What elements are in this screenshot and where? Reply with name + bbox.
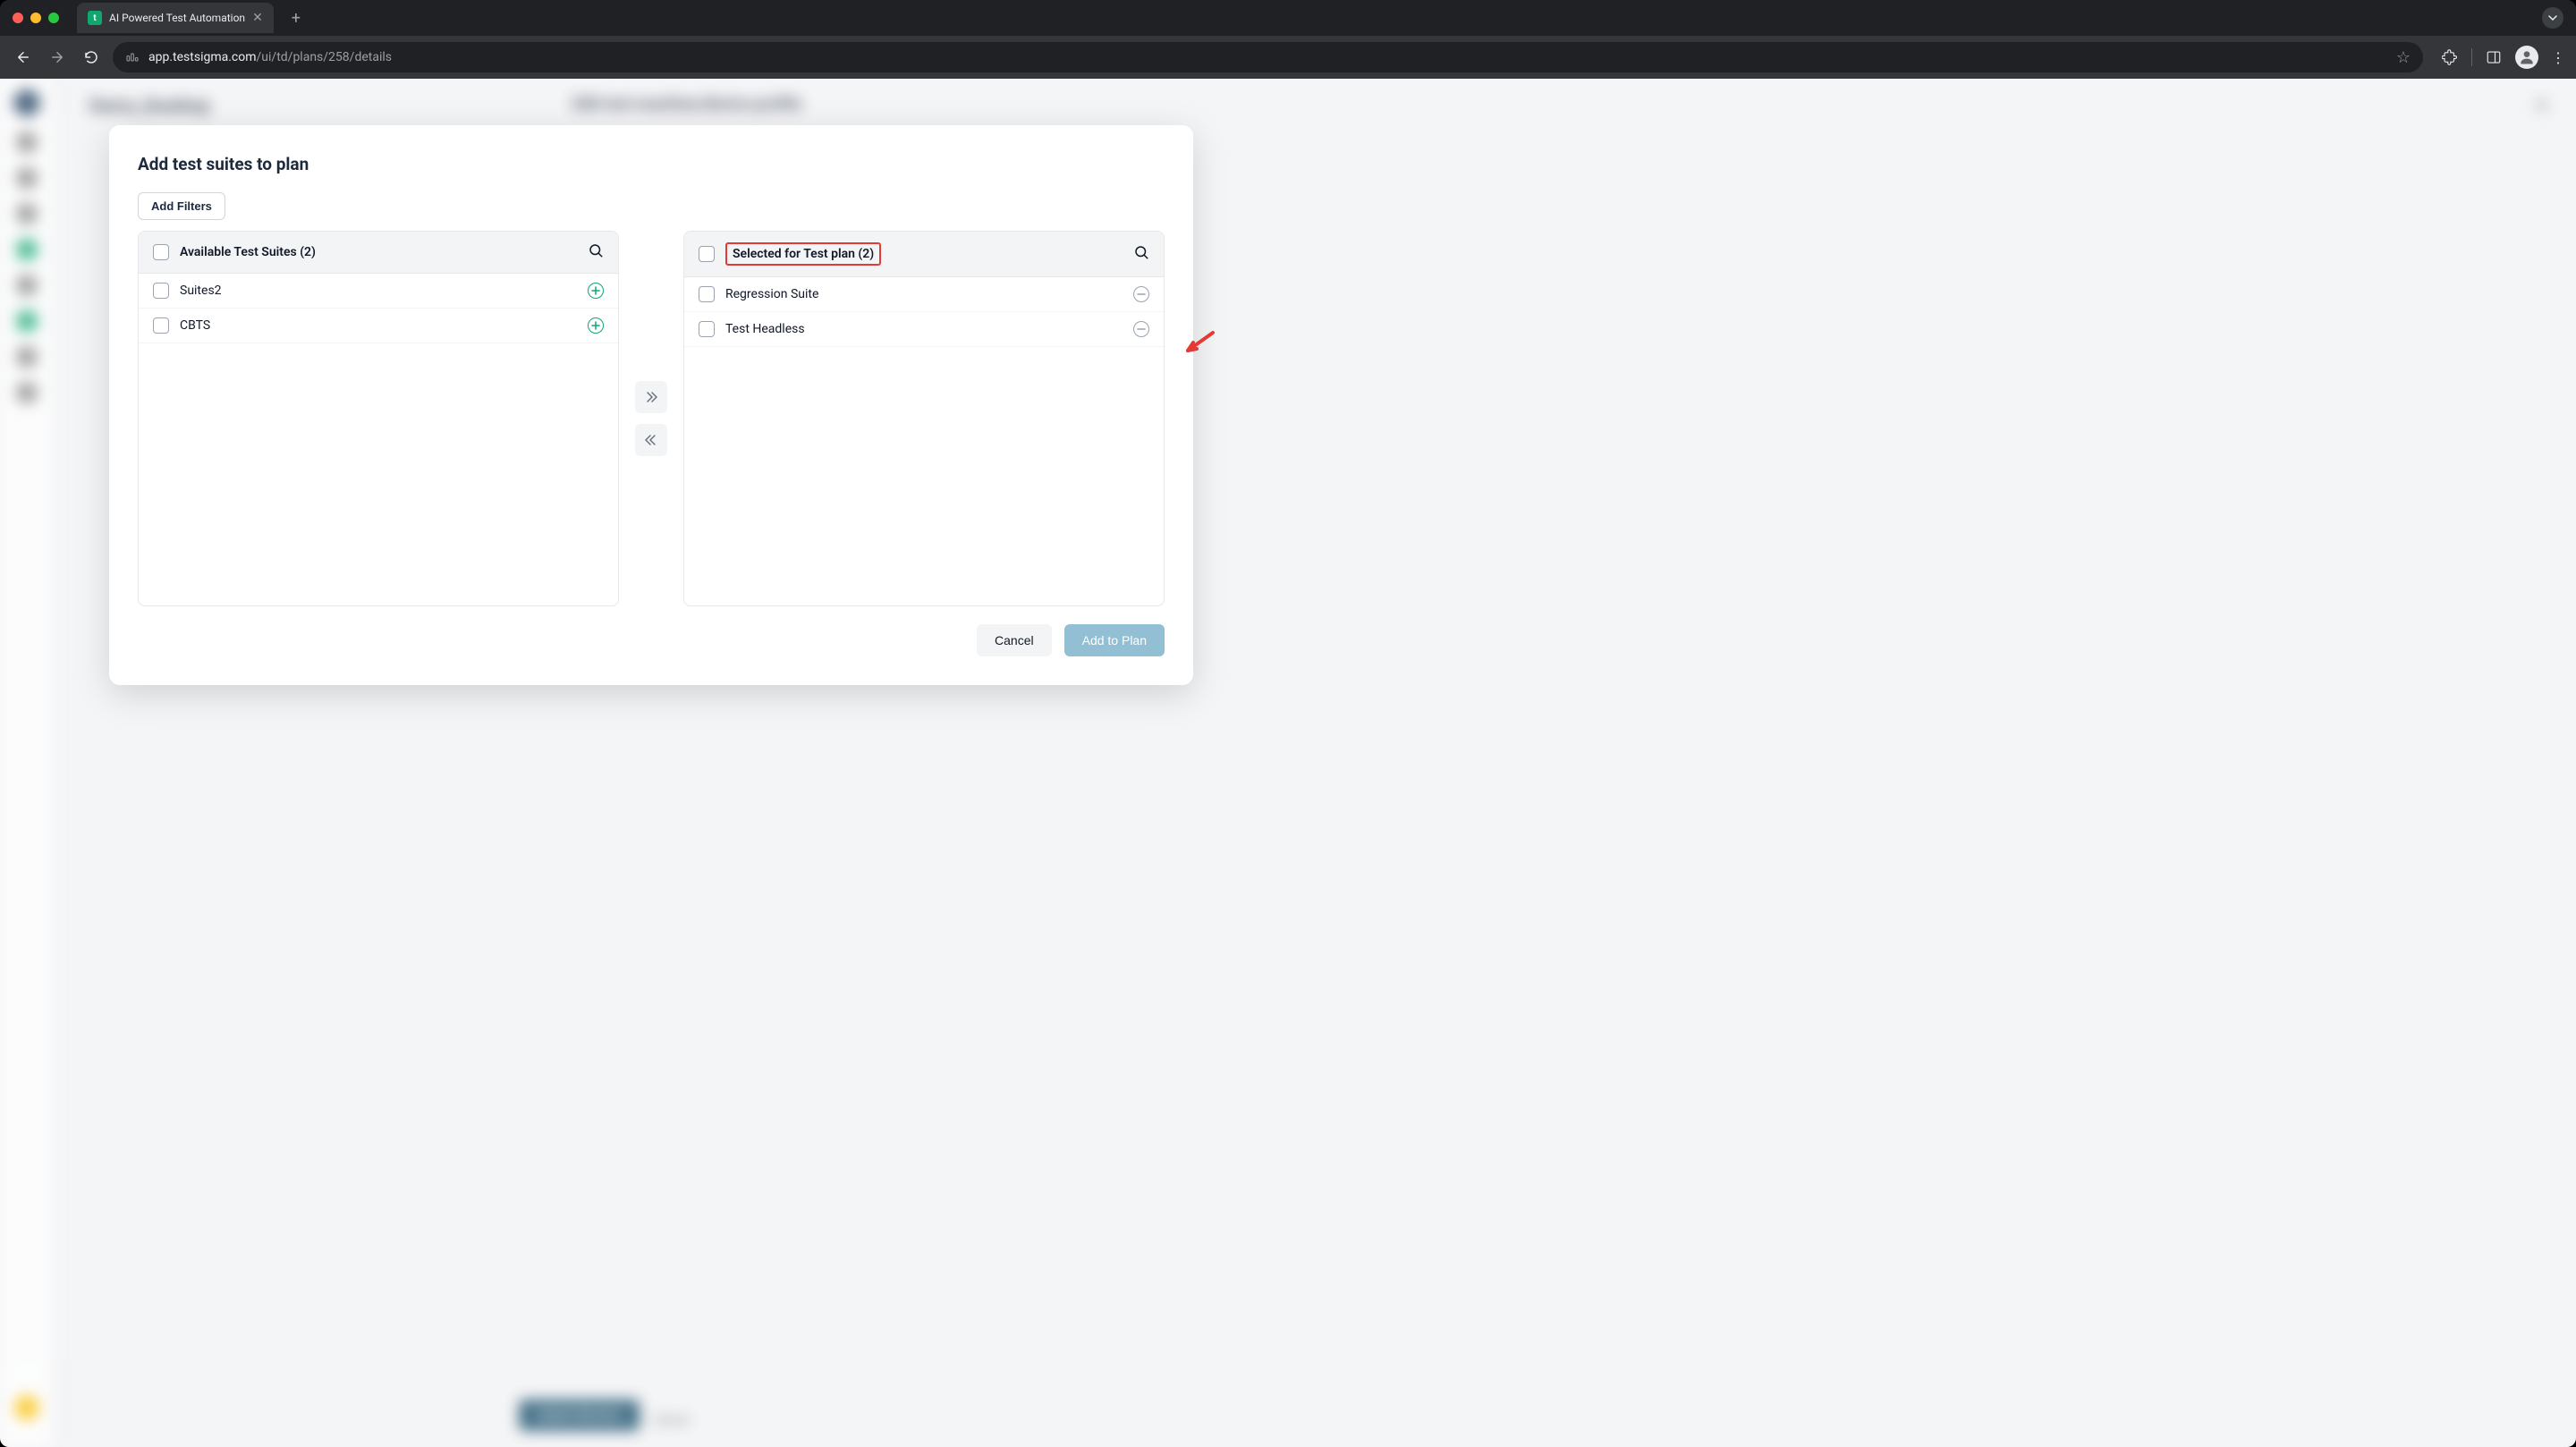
bg-breadcrumb: Demo_Desktop xyxy=(89,95,210,116)
available-select-all-checkbox[interactable] xyxy=(153,244,169,260)
selected-suites-panel: Selected for Test plan (2) Regression Su… xyxy=(683,231,1165,606)
remove-suite-icon[interactable] xyxy=(1133,286,1149,302)
bg-update-button: Update Machine xyxy=(519,1400,640,1431)
suite-checkbox[interactable] xyxy=(699,321,715,337)
cancel-button[interactable]: Cancel xyxy=(977,624,1052,656)
window-minimize-button[interactable] xyxy=(30,13,41,23)
bg-close-icon: ✕ xyxy=(2534,95,2549,116)
available-panel-header: Available Test Suites (2) xyxy=(139,232,618,274)
remove-suite-icon[interactable] xyxy=(1133,321,1149,337)
traffic-lights xyxy=(13,13,59,23)
add-to-plan-button[interactable]: Add to Plan xyxy=(1064,624,1165,656)
suite-checkbox[interactable] xyxy=(153,317,169,334)
add-filters-button[interactable]: Add Filters xyxy=(138,192,225,220)
browser-toolbar: app.testsigma.com/ui/td/plans/258/detail… xyxy=(0,36,2576,79)
available-suites-panel: Available Test Suites (2) Suites2 xyxy=(138,231,619,606)
toolbar-divider xyxy=(2471,48,2472,66)
transfer-controls xyxy=(633,231,669,606)
nav-reload-button[interactable] xyxy=(79,45,104,70)
browser-menu-icon[interactable]: ⋮ xyxy=(2551,49,2565,66)
suite-checkbox[interactable] xyxy=(153,283,169,299)
site-info-icon[interactable] xyxy=(125,50,140,64)
suite-label: CBTS xyxy=(180,318,577,333)
tabs-dropdown-button[interactable] xyxy=(2542,7,2563,29)
profile-avatar[interactable] xyxy=(2515,46,2538,69)
browser-tab[interactable]: t AI Powered Test Automation ✕ xyxy=(77,3,274,33)
selected-suite-row: Regression Suite xyxy=(684,277,1164,312)
add-test-suites-modal: Add test suites to plan Add Filters Avai… xyxy=(109,125,1193,685)
tab-favicon-icon: t xyxy=(88,11,102,25)
tab-title: AI Powered Test Automation xyxy=(109,12,245,24)
search-icon[interactable] xyxy=(588,242,604,262)
suite-label: Regression Suite xyxy=(725,287,1123,301)
modal-footer: Cancel Add to Plan xyxy=(138,624,1165,656)
selected-select-all-checkbox[interactable] xyxy=(699,246,715,262)
bg-panel-title: Edit test machine/device profile xyxy=(572,95,801,114)
bookmark-star-icon[interactable]: ☆ xyxy=(2396,48,2411,67)
url-text: app.testsigma.com/ui/td/plans/258/detail… xyxy=(148,50,392,64)
browser-window: t AI Powered Test Automation ✕ + app.tes… xyxy=(0,0,2576,1447)
modal-title: Add test suites to plan xyxy=(138,154,1165,174)
new-tab-button[interactable]: + xyxy=(292,9,301,28)
url-host: app.testsigma.com xyxy=(148,50,257,64)
available-panel-title: Available Test Suites (2) xyxy=(180,245,316,259)
selected-suite-row: Test Headless xyxy=(684,312,1164,347)
selected-panel-title: Selected for Test plan (2) xyxy=(725,242,881,266)
add-suite-icon[interactable] xyxy=(588,317,604,334)
move-right-button[interactable] xyxy=(635,381,667,413)
selected-panel-header: Selected for Test plan (2) xyxy=(684,232,1164,277)
move-left-button[interactable] xyxy=(635,424,667,456)
address-bar[interactable]: app.testsigma.com/ui/td/plans/258/detail… xyxy=(113,42,2423,72)
window-maximize-button[interactable] xyxy=(48,13,59,23)
url-path: /ui/td/plans/258/details xyxy=(257,50,392,64)
title-bar: t AI Powered Test Automation ✕ + xyxy=(0,0,2576,36)
available-suite-row: CBTS xyxy=(139,309,618,343)
suite-label: Test Headless xyxy=(725,322,1123,336)
bg-cancel-text: Cancel xyxy=(653,1414,689,1427)
sidepanel-icon[interactable] xyxy=(2485,48,2503,66)
nav-back-button[interactable] xyxy=(11,45,36,70)
available-suite-row: Suites2 xyxy=(139,274,618,309)
search-icon[interactable] xyxy=(1133,244,1149,264)
window-close-button[interactable] xyxy=(13,13,23,23)
page-content: Demo_Desktop Edit test machine/device pr… xyxy=(0,79,2576,1447)
tab-close-icon[interactable]: ✕ xyxy=(252,11,263,25)
suite-checkbox[interactable] xyxy=(699,286,715,302)
extensions-icon[interactable] xyxy=(2441,48,2459,66)
nav-forward-button[interactable] xyxy=(45,45,70,70)
add-suite-icon[interactable] xyxy=(588,283,604,299)
suite-label: Suites2 xyxy=(180,283,577,298)
